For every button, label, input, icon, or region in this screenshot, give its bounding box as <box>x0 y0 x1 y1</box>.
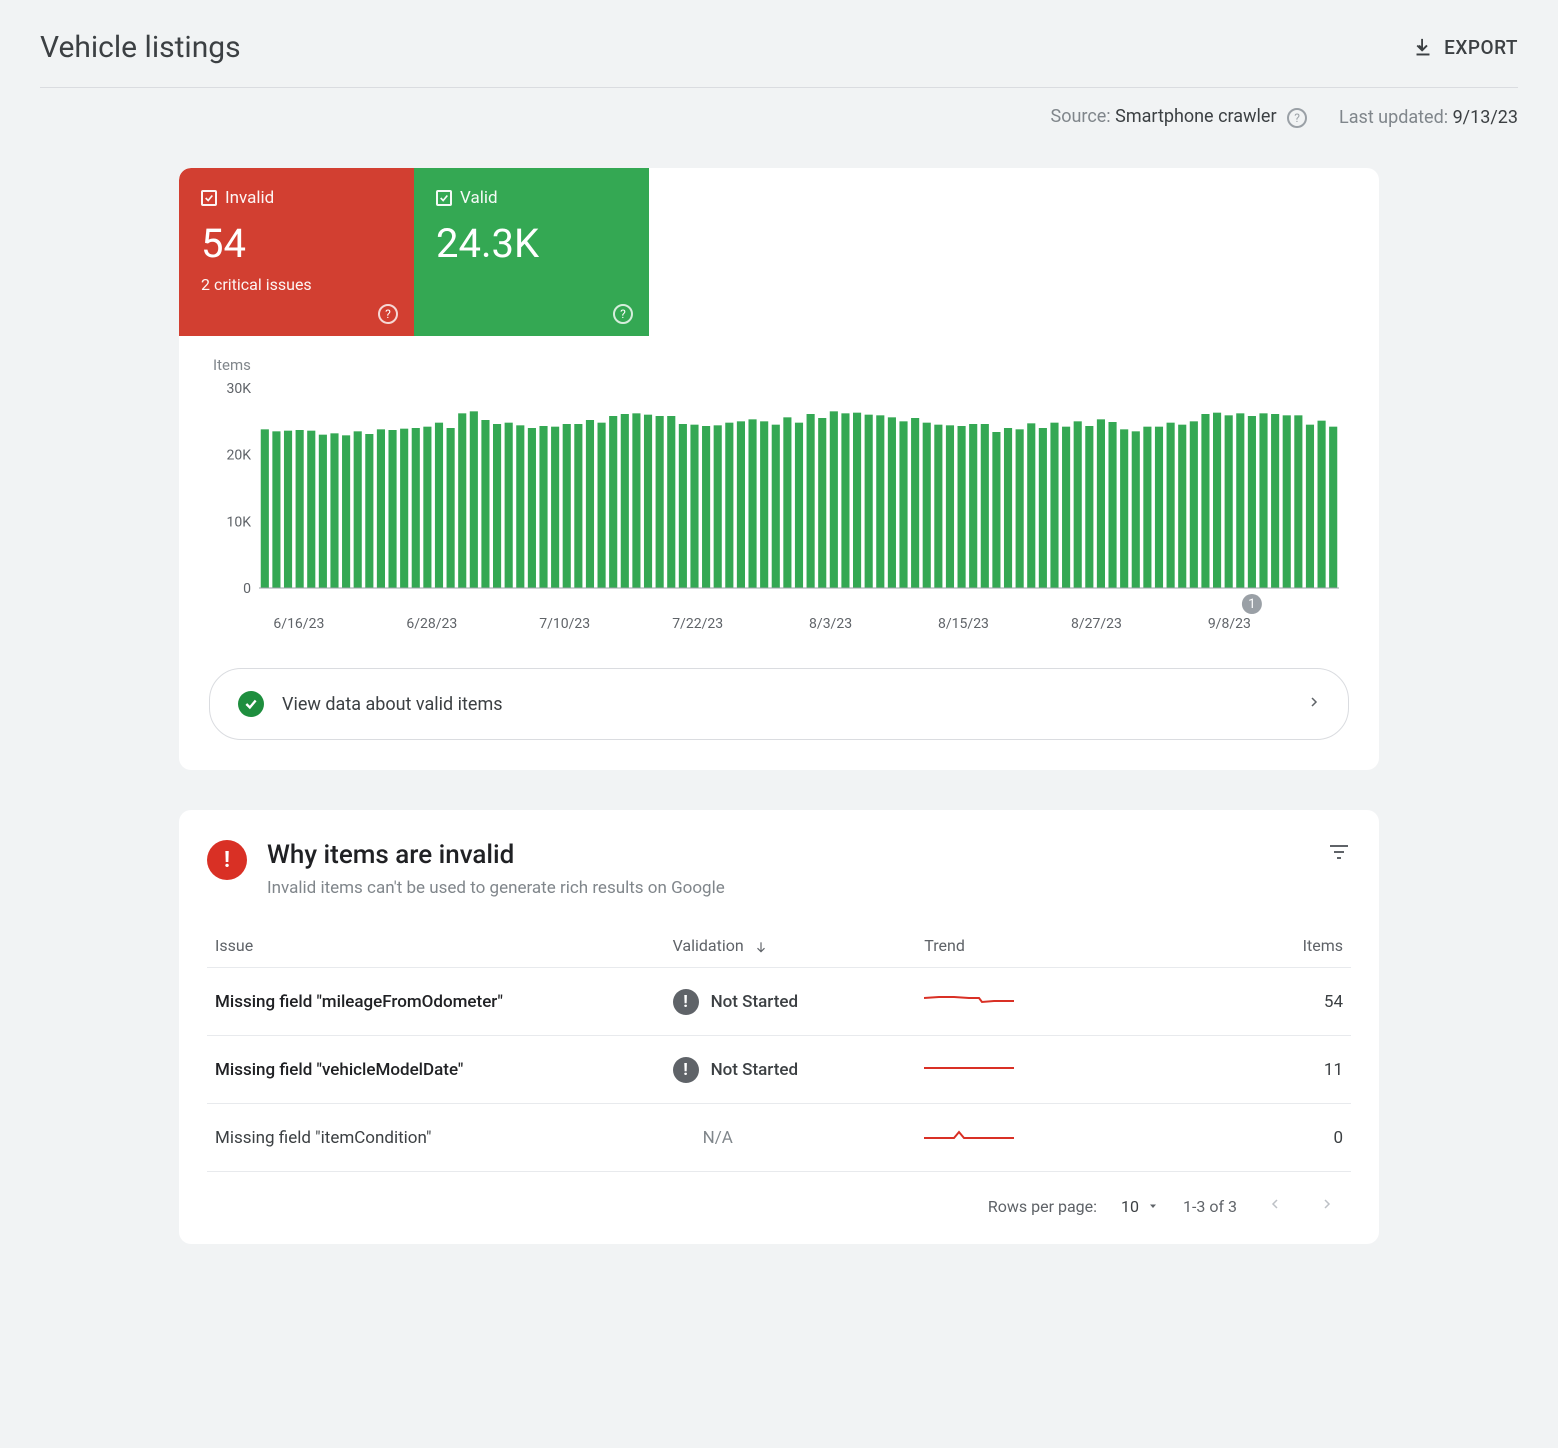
error-icon: ! <box>207 840 247 880</box>
chevron-down-icon <box>1147 1200 1159 1212</box>
view-valid-items-link[interactable]: View data about valid items <box>209 668 1349 740</box>
chevron-left-icon <box>1269 1194 1281 1214</box>
chart-ylabel: Items <box>213 356 1349 374</box>
items-cell: 11 <box>1168 1036 1351 1104</box>
table-row[interactable]: Missing field "itemCondition"N/A 0 <box>207 1104 1351 1172</box>
col-trend[interactable]: Trend <box>916 924 1168 968</box>
issues-card: ! Why items are invalid Invalid items ca… <box>179 810 1379 1244</box>
next-page-button[interactable] <box>1313 1190 1341 1222</box>
chart-area: Items 0 10K 20K 30K 6/16/23 6/28/23 7/10/23 7/2… <box>179 336 1379 648</box>
help-icon[interactable]: ? <box>613 304 633 324</box>
svg-text:0: 0 <box>243 581 251 597</box>
svg-text:8/15/23: 8/15/23 <box>938 616 989 632</box>
chevron-right-icon <box>1308 692 1320 717</box>
download-icon <box>1412 37 1434 59</box>
sparkline <box>924 988 1014 1010</box>
source-value: Smartphone crawler <box>1115 106 1276 127</box>
validation-cell: !Not Started <box>665 968 917 1036</box>
filter-icon <box>1327 840 1351 864</box>
validation-cell: !Not Started <box>665 1036 917 1104</box>
rows-per-page-label: Rows per page: <box>988 1197 1097 1216</box>
tile-valid-count: 24.3K <box>436 220 627 267</box>
chevron-right-icon <box>1321 1194 1333 1214</box>
issues-subtitle: Invalid items can't be used to generate … <box>267 878 725 898</box>
chart-card: Invalid 54 2 critical issues ? Valid 24.… <box>179 168 1379 770</box>
svg-text:8/27/23: 8/27/23 <box>1071 616 1122 632</box>
items-cell: 54 <box>1168 968 1351 1036</box>
prev-page-button[interactable] <box>1261 1190 1289 1222</box>
tile-invalid-count: 54 <box>201 220 392 267</box>
svg-text:7/22/23: 7/22/23 <box>672 616 723 632</box>
error-icon: ! <box>673 1057 699 1083</box>
issue-cell: Missing field "mileageFromOdometer" <box>207 968 665 1036</box>
sort-down-icon <box>754 940 768 954</box>
updated-label: Last updated: <box>1339 107 1453 128</box>
tiles-row: Invalid 54 2 critical issues ? Valid 24.… <box>179 168 1379 336</box>
help-icon[interactable]: ? <box>1287 108 1307 128</box>
export-label: EXPORT <box>1444 36 1518 59</box>
tile-invalid[interactable]: Invalid 54 2 critical issues ? <box>179 168 414 336</box>
issue-cell: Missing field "vehicleModelDate" <box>207 1036 665 1104</box>
page-title: Vehicle listings <box>40 30 241 65</box>
filter-button[interactable] <box>1327 840 1351 868</box>
tile-invalid-sub: 2 critical issues <box>201 275 392 294</box>
svg-text:7/10/23: 7/10/23 <box>539 616 590 632</box>
error-icon: ! <box>673 989 699 1015</box>
meta-row: Source: Smartphone crawler ? Last update… <box>40 106 1518 128</box>
checkbox-icon <box>436 190 452 206</box>
items-cell: 0 <box>1168 1104 1351 1172</box>
rows-per-page-select[interactable]: 10 <box>1121 1197 1159 1216</box>
page-header: Vehicle listings EXPORT <box>40 30 1518 88</box>
svg-text:6/16/23: 6/16/23 <box>273 616 324 632</box>
trend-cell <box>916 1104 1168 1172</box>
svg-text:10K: 10K <box>226 514 251 530</box>
paginator: Rows per page: 10 1-3 of 3 <box>207 1172 1351 1232</box>
updated-value: 9/13/23 <box>1453 107 1518 128</box>
updated-info: Last updated: 9/13/23 <box>1339 107 1518 128</box>
table-row[interactable]: Missing field "vehicleModelDate"!Not Sta… <box>207 1036 1351 1104</box>
svg-text:9/8/23: 9/8/23 <box>1208 616 1251 632</box>
table-row[interactable]: Missing field "mileageFromOdometer"!Not … <box>207 968 1351 1036</box>
sparkline <box>924 1056 1014 1078</box>
source-info: Source: Smartphone crawler ? <box>1051 106 1308 128</box>
issues-title: Why items are invalid <box>267 840 725 870</box>
issues-table: Issue Validation Trend Items Missing fie… <box>207 924 1351 1172</box>
svg-text:6/28/23: 6/28/23 <box>406 616 457 632</box>
svg-text:30K: 30K <box>226 381 251 397</box>
issue-cell: Missing field "itemCondition" <box>207 1104 665 1172</box>
trend-cell <box>916 1036 1168 1104</box>
check-circle-icon <box>238 691 264 717</box>
bar-chart[interactable]: 0 10K 20K 30K 6/16/23 6/28/23 7/10/23 7/22/23 8/… <box>209 378 1349 638</box>
tile-valid-label: Valid <box>460 188 498 208</box>
col-validation[interactable]: Validation <box>665 924 917 968</box>
page-range: 1-3 of 3 <box>1183 1197 1237 1216</box>
tile-valid[interactable]: Valid 24.3K ? <box>414 168 649 336</box>
checkbox-icon <box>201 190 217 206</box>
export-button[interactable]: EXPORT <box>1412 36 1518 59</box>
source-label: Source: <box>1051 106 1116 127</box>
svg-text:1: 1 <box>1248 597 1255 612</box>
col-issue[interactable]: Issue <box>207 924 665 968</box>
col-items[interactable]: Items <box>1168 924 1351 968</box>
validation-cell: N/A <box>665 1104 917 1172</box>
help-icon[interactable]: ? <box>378 304 398 324</box>
tile-invalid-label: Invalid <box>225 188 274 208</box>
svg-text:8/3/23: 8/3/23 <box>809 616 852 632</box>
trend-cell <box>916 968 1168 1036</box>
view-valid-items-label: View data about valid items <box>282 694 503 715</box>
svg-text:20K: 20K <box>226 448 251 464</box>
sparkline <box>924 1124 1014 1146</box>
